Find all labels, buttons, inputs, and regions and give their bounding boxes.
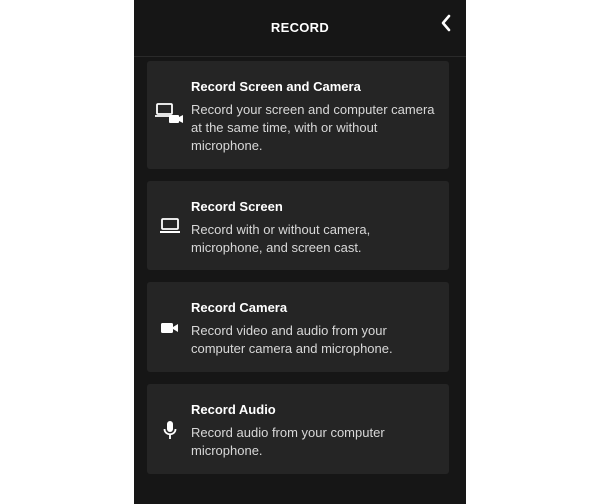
- record-screen-option[interactable]: Record Screen Record with or without cam…: [147, 181, 449, 270]
- record-screen-and-camera-option[interactable]: Record Screen and Camera Record your scr…: [147, 61, 449, 169]
- option-description: Record your screen and computer camera a…: [191, 102, 435, 153]
- record-audio-option[interactable]: Record Audio Record audio from your comp…: [147, 384, 449, 474]
- option-description: Record with or without camera, microphon…: [191, 222, 371, 255]
- option-text: Record Screen and Camera Record your scr…: [191, 79, 439, 155]
- option-description: Record audio from your computer micropho…: [191, 425, 385, 458]
- option-title: Record Screen: [191, 199, 283, 214]
- option-text: Record Camera Record video and audio fro…: [191, 300, 439, 358]
- option-text: Record Screen Record with or without cam…: [191, 199, 439, 257]
- panel-header: RECORD: [134, 0, 466, 57]
- record-panel: RECORD Record Screen and Camera Record y…: [134, 0, 466, 504]
- video-camera-icon: [155, 317, 185, 339]
- record-camera-option[interactable]: Record Camera Record video and audio fro…: [147, 282, 449, 372]
- option-text: Record Audio Record audio from your comp…: [191, 402, 439, 460]
- microphone-icon: [155, 419, 185, 441]
- option-description: Record video and audio from your compute…: [191, 323, 393, 356]
- laptop-icon: [155, 215, 185, 237]
- chevron-left-icon: [441, 14, 451, 32]
- record-options-list: Record Screen and Camera Record your scr…: [147, 61, 449, 486]
- page-title: RECORD: [270, 20, 330, 35]
- option-title: Record Screen and Camera: [191, 79, 361, 94]
- back-button[interactable]: [436, 12, 456, 34]
- option-title: Record Camera: [191, 300, 288, 315]
- screen-camera-icon: [155, 103, 185, 125]
- option-title: Record Audio: [191, 402, 276, 417]
